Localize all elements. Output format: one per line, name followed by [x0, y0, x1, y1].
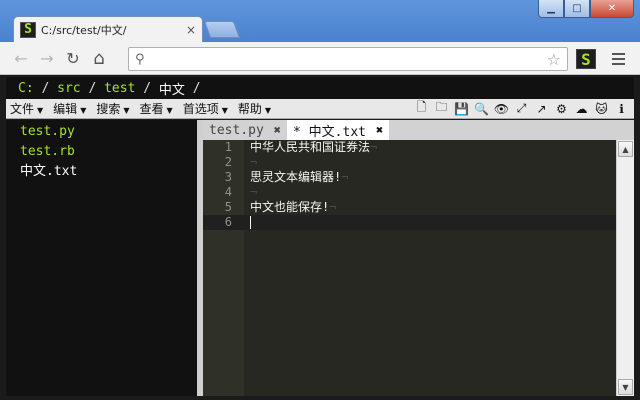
menu-item[interactable]: 查看 ▼: [136, 100, 177, 117]
extension-icon[interactable]: S: [576, 49, 596, 69]
chevron-down-icon: ▼: [123, 106, 130, 115]
window-titlebar: ▁ □ ✕ S C:/src/test/中文/ ×: [0, 0, 640, 42]
menu-list: 文件 ▼ 编辑 ▼ 搜索 ▼ 查看 ▼ 首选项 ▼ 帮助 ▼: [6, 100, 277, 117]
text-cursor: [250, 216, 251, 229]
chevron-down-icon: ▼: [264, 106, 272, 115]
file-tree-item[interactable]: 中文.txt: [6, 162, 197, 182]
tab-close-icon[interactable]: ×: [186, 23, 196, 37]
new-file-icon[interactable]: 🗋: [413, 100, 430, 117]
line-number-gutter: 123456: [203, 140, 244, 396]
editor-tab[interactable]: * 中文.txt ✖: [287, 120, 390, 140]
chevron-down-icon: ▼: [221, 106, 228, 115]
path-segment[interactable]: src: [57, 81, 80, 96]
menu-label: 文件: [10, 102, 35, 116]
menu-item[interactable]: 搜索 ▼: [92, 100, 133, 117]
maximize-button[interactable]: □: [564, 0, 590, 18]
github-icon[interactable]: 🐱: [593, 100, 610, 117]
file-tree: test.py test.rb 中文.txt: [6, 120, 197, 396]
info-icon[interactable]: ℹ: [613, 100, 630, 117]
code-editor[interactable]: 中华人民共和国证券法¬ ¬ 思灵文本编辑器!¬ ¬ 中文也能保存!¬: [244, 140, 616, 396]
menu-item[interactable]: 编辑 ▼: [49, 100, 90, 117]
editor-tab[interactable]: test.py ✖: [203, 120, 287, 140]
address-bar[interactable]: ⚲ ☆: [128, 47, 568, 71]
line-number: 2: [224, 155, 232, 169]
code-line-text: 中华人民共和国证券法: [250, 140, 371, 154]
line-number: 6: [203, 215, 244, 230]
back-arrow-icon[interactable]: ←: [8, 49, 34, 68]
code-line[interactable]: ¬: [244, 185, 616, 200]
menu-label: 帮助: [237, 102, 262, 116]
path-segment[interactable]: 中文: [159, 79, 185, 98]
editor-tab-label: test.py: [209, 122, 264, 138]
line-number: 5: [224, 200, 232, 214]
code-line[interactable]: [244, 215, 616, 230]
code-line-text: 中文也能保存!: [250, 200, 330, 214]
search-icon: ⚲: [135, 51, 145, 67]
favicon-icon: S: [20, 21, 36, 38]
scroll-down-button[interactable]: ▼: [618, 379, 633, 395]
line-number: 4: [224, 185, 232, 199]
path-segment[interactable]: test: [104, 81, 135, 96]
path-segment[interactable]: C:: [18, 81, 34, 96]
external-link-icon[interactable]: ↗: [533, 100, 550, 117]
menu-item[interactable]: 帮助 ▼: [234, 100, 275, 117]
chevron-down-icon: ▼: [80, 106, 87, 115]
code-line[interactable]: 中华人民共和国证券法¬: [244, 140, 616, 155]
address-input[interactable]: [150, 52, 547, 66]
eye-icon[interactable]: 👁: [493, 100, 510, 117]
bookmark-star-icon[interactable]: ☆: [547, 50, 561, 69]
menu-label: 首选项: [182, 102, 219, 116]
tab-title: C:/src/test/中文/: [41, 23, 127, 37]
close-window-button[interactable]: ✕: [590, 0, 634, 18]
menu-label: 搜索: [96, 102, 121, 116]
open-folder-icon[interactable]: 🗀: [433, 100, 450, 117]
browser-toolbar: ← → ↻ ⌂ ⚲ ☆ S: [0, 42, 640, 75]
save-icon[interactable]: 💾: [453, 100, 470, 117]
newline-marker: ¬: [250, 185, 258, 199]
code-line[interactable]: 中文也能保存!¬: [244, 200, 616, 215]
search-icon[interactable]: 🔍: [473, 100, 490, 117]
code-line[interactable]: ¬: [244, 155, 616, 170]
path-separator: /: [184, 80, 209, 96]
scroll-up-button[interactable]: ▲: [618, 141, 633, 157]
home-icon[interactable]: ⌂: [86, 48, 112, 69]
menu-item[interactable]: 首选项 ▼: [179, 100, 232, 117]
browser-menu-icon[interactable]: [608, 49, 628, 69]
file-tree-item[interactable]: test.rb: [6, 142, 197, 162]
file-tree-item[interactable]: test.py: [6, 122, 197, 142]
settings-gear-icon[interactable]: ⚙: [553, 100, 570, 117]
vertical-scrollbar[interactable]: ▲ ▼: [616, 140, 634, 396]
menu-label: 查看: [139, 102, 164, 116]
newline-marker: ¬: [329, 200, 337, 214]
cloud-upload-icon[interactable]: ☁: [573, 100, 590, 117]
line-number: 3: [224, 170, 232, 184]
newline-marker: ¬: [370, 140, 378, 154]
fullscreen-icon[interactable]: ⤢: [513, 100, 530, 117]
reload-icon[interactable]: ↻: [60, 49, 86, 68]
editor-tab-bar: test.py ✖ * 中文.txt ✖: [203, 120, 634, 140]
new-tab-button[interactable]: [203, 21, 241, 38]
menu-bar: 文件 ▼ 编辑 ▼ 搜索 ▼ 查看 ▼ 首选项 ▼ 帮助 ▼ 🗋 🗀 💾 🔍 👁 ⤢ ↗ ⚙ ☁ 🐱 ℹ: [6, 99, 634, 119]
close-icon[interactable]: ✖: [376, 123, 383, 137]
browser-tab[interactable]: S C:/src/test/中文/ ×: [13, 16, 203, 42]
path-separator: /: [33, 80, 58, 96]
minimize-button[interactable]: ▁: [538, 0, 564, 18]
line-number: 1: [224, 140, 232, 154]
chevron-down-icon: ▼: [37, 106, 44, 115]
newline-marker: ¬: [250, 155, 258, 169]
editor-tab-label: * 中文.txt: [293, 124, 366, 140]
path-breadcrumb: C: / src / test / 中文 /: [6, 77, 634, 99]
forward-arrow-icon[interactable]: →: [34, 49, 60, 68]
path-separator: /: [135, 80, 159, 96]
code-line[interactable]: 思灵文本编辑器!¬: [244, 170, 616, 185]
path-separator: /: [80, 80, 105, 96]
menu-item[interactable]: 文件 ▼: [6, 100, 47, 117]
newline-marker: ¬: [341, 170, 349, 184]
chevron-down-icon: ▼: [166, 106, 173, 115]
window-controls: ▁ □ ✕: [538, 0, 634, 18]
code-line-text: 思灵文本编辑器!: [250, 170, 342, 184]
app-toolbar: 🗋 🗀 💾 🔍 👁 ⤢ ↗ ⚙ ☁ 🐱 ℹ: [413, 100, 630, 117]
menu-label: 编辑: [53, 102, 78, 116]
close-icon[interactable]: ✖: [274, 123, 281, 137]
